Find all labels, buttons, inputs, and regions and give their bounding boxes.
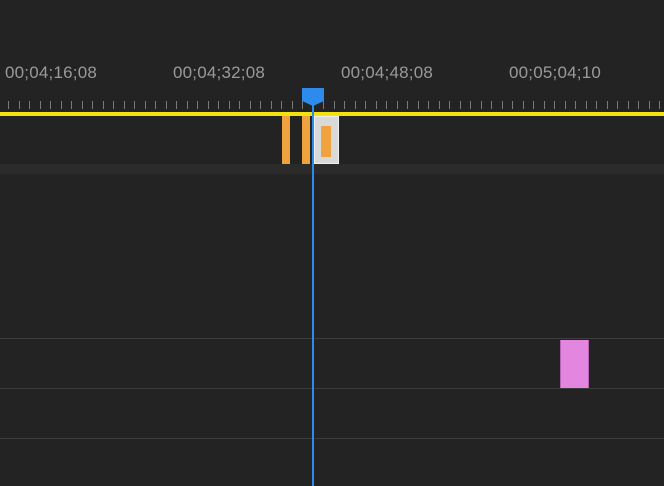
- ruler-timecode-label: 00;05;04;10: [509, 63, 602, 82]
- ruler-minor-tick: [334, 101, 335, 109]
- ruler-minor-tick: [50, 101, 51, 109]
- ruler-minor-tick: [166, 101, 167, 109]
- ruler-minor-tick: [344, 101, 345, 109]
- ruler-minor-tick: [586, 101, 587, 109]
- ruler-minor-tick: [649, 101, 650, 109]
- ruler-minor-tick: [113, 101, 114, 109]
- ruler-minor-tick: [439, 101, 440, 109]
- ruler-minor-tick: [145, 101, 146, 109]
- ruler-minor-tick: [229, 101, 230, 109]
- ruler-minor-tick: [565, 101, 566, 109]
- ruler-minor-tick: [418, 101, 419, 109]
- ruler-minor-tick: [481, 101, 482, 109]
- ruler-minor-tick: [470, 101, 471, 109]
- ruler-minor-tick: [103, 101, 104, 109]
- empty-track-area[interactable]: [0, 174, 664, 338]
- ruler-minor-tick: [365, 101, 366, 109]
- track-separator: [0, 438, 664, 439]
- ruler-minor-tick: [376, 101, 377, 109]
- ruler-minor-tick: [250, 101, 251, 109]
- ruler-minor-tick: [92, 101, 93, 109]
- audio-clip[interactable]: [282, 116, 290, 164]
- ruler-minor-tick: [491, 101, 492, 109]
- ruler-minor-tick: [197, 101, 198, 109]
- playhead-marker-icon[interactable]: [302, 88, 324, 106]
- ruler-minor-tick: [512, 101, 513, 109]
- ruler-minor-tick: [208, 101, 209, 109]
- ruler-timecode-label: 00;04;32;08: [173, 63, 266, 82]
- ruler-minor-tick: [533, 101, 534, 109]
- audio-clip[interactable]: [302, 116, 310, 164]
- ruler-minor-tick: [428, 101, 429, 109]
- ruler-minor-tick: [155, 101, 156, 109]
- ruler-minor-tick: [187, 101, 188, 109]
- ruler-minor-tick: [124, 101, 125, 109]
- track-divider: [0, 164, 664, 174]
- ruler-minor-tick: [61, 101, 62, 109]
- ruler-minor-tick: [218, 101, 219, 109]
- ruler-minor-tick: [523, 101, 524, 109]
- ruler-minor-tick: [355, 101, 356, 109]
- ruler-minor-tick: [628, 101, 629, 109]
- ruler-minor-tick: [40, 101, 41, 109]
- time-ruler[interactable]: 00;04;16;08 00;04;32;08 00;04;48;08 00;0…: [0, 0, 664, 112]
- ruler-minor-tick: [449, 101, 450, 109]
- ruler-minor-tick: [544, 101, 545, 109]
- ruler-minor-tick: [460, 101, 461, 109]
- ruler-minor-tick: [596, 101, 597, 109]
- ruler-minor-tick: [407, 101, 408, 109]
- timeline-panel[interactable]: 00;04;16;08 00;04;32;08 00;04;48;08 00;0…: [0, 0, 664, 486]
- ruler-minor-tick: [659, 101, 660, 109]
- ruler-timecode-label: 00;04;48;08: [341, 63, 434, 82]
- ruler-minor-tick: [8, 101, 9, 109]
- ruler-minor-tick: [281, 101, 282, 109]
- ruler-minor-tick: [607, 101, 608, 109]
- selected-clip[interactable]: [314, 116, 339, 164]
- track-separator: [0, 338, 664, 339]
- ruler-minor-tick: [239, 101, 240, 109]
- ruler-minor-tick: [260, 101, 261, 109]
- ruler-minor-tick: [397, 101, 398, 109]
- ruler-minor-tick: [71, 101, 72, 109]
- ruler-minor-tick: [82, 101, 83, 109]
- ruler-minor-tick: [29, 101, 30, 109]
- ruler-timecode-label: 00;04;16;08: [5, 63, 98, 82]
- ruler-minor-tick: [575, 101, 576, 109]
- ruler-minor-tick: [271, 101, 272, 109]
- ruler-minor-tick: [19, 101, 20, 109]
- playhead-line[interactable]: [312, 104, 314, 486]
- ruler-minor-tick: [502, 101, 503, 109]
- ruler-minor-tick: [134, 101, 135, 109]
- ruler-minor-tick: [554, 101, 555, 109]
- ruler-minor-tick: [638, 101, 639, 109]
- ruler-minor-tick: [292, 101, 293, 109]
- ruler-minor-tick: [617, 101, 618, 109]
- video-clip[interactable]: [560, 340, 589, 388]
- ruler-minor-tick: [176, 101, 177, 109]
- ruler-minor-tick: [386, 101, 387, 109]
- track-separator: [0, 388, 664, 389]
- clip-audio-segment: [321, 126, 331, 157]
